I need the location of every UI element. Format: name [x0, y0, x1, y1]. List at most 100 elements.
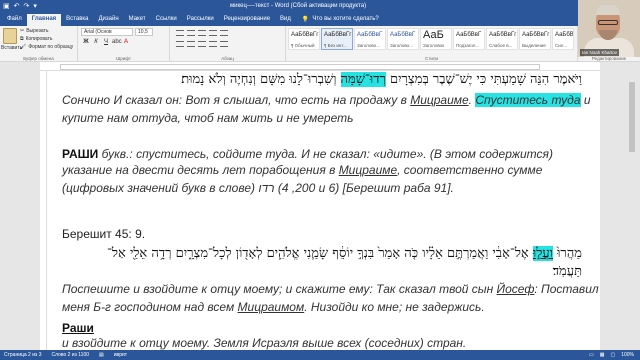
align-center-icon[interactable] [187, 41, 195, 47]
format-painter-label: Формат по образцу [28, 44, 74, 50]
style-strong[interactable]: АаБбВ Сил... [552, 28, 574, 50]
print-layout-icon[interactable]: ▦ [600, 352, 605, 358]
style-title[interactable]: АаБ Заголовок [420, 28, 452, 50]
style-preview: АаБбВвГг [291, 32, 319, 38]
font-name-box[interactable]: Arial (Основ [81, 28, 133, 36]
increase-indent-icon[interactable] [220, 30, 228, 36]
tab-mailings[interactable]: Рассылки [182, 14, 219, 26]
page-count[interactable]: Страница 2 из 3 [4, 352, 41, 358]
tab-view[interactable]: Вид [275, 14, 296, 26]
font-group: Arial (Основ 10,5 Ж К Ч abc A Шрифт [78, 26, 170, 62]
style-preview: АаБбВвГ [357, 32, 383, 38]
verse-reference[interactable]: Берешит 45: 9. [62, 227, 145, 241]
font-group-label: Шрифт [116, 56, 131, 61]
rashi-heading-2[interactable]: Раши [62, 321, 94, 335]
text-run: и [580, 93, 591, 107]
text-run: , соответственно сумме [397, 163, 543, 177]
style-name: Заголово... [390, 43, 413, 48]
translation-line-1[interactable]: Сончино И сказал он: Вот я слышал, что е… [62, 93, 591, 107]
document-page[interactable]: וַיֹּאמֶר הִנֵּה שָׁמַעְתִּי כִּי יֶשׁ־ש… [47, 71, 600, 350]
cut-label: Вырезать [26, 28, 49, 34]
copy-label: Копировать [25, 36, 53, 42]
webcam-name: Ian Noah Khartov [580, 49, 620, 56]
language-indicator[interactable]: иврит [114, 352, 127, 358]
style-name: ¶ Обычный [291, 43, 315, 48]
style-heading-2[interactable]: АаБбВвГ Заголово... [387, 28, 419, 50]
style-preview: АаБбВвГг [489, 32, 517, 38]
italic-icon[interactable]: К [92, 39, 100, 45]
text-run: ; и скажите ему: Так сказал твой сын [278, 282, 497, 296]
tab-design[interactable]: Дизайн [93, 14, 123, 26]
style-name: Заголовок [423, 43, 445, 48]
style-subtle-emphasis[interactable]: АаБбВвГг Слабое в... [486, 28, 518, 50]
page-content[interactable]: וַיֹּאמֶר הִנֵּה שָׁמַעְתִּי כִּי יֶשׁ־ש… [62, 71, 599, 350]
style-no-spacing[interactable]: АаБбВвГг ¶ Без инт... [321, 28, 353, 50]
translation-line-2[interactable]: купите нам оттуда, чтоб нам жить и не ум… [62, 111, 353, 125]
paragraph-group-label: Абзац [221, 56, 234, 61]
redo-icon[interactable]: ↷ [24, 2, 30, 11]
copy-button[interactable]: ⧉ Копировать [20, 35, 73, 43]
numbering-icon[interactable] [187, 30, 195, 36]
scrollbar-thumb[interactable] [629, 82, 635, 152]
rashi-line-2[interactable]: указание на двести десять лет порабощени… [62, 163, 542, 177]
web-layout-icon[interactable]: ▢ [610, 352, 615, 358]
tab-references[interactable]: Ссылки [151, 14, 182, 26]
text-run: Мицраиме [410, 93, 469, 107]
translation-line-4[interactable]: меня Б-г господином над всем Мицраимом. … [62, 300, 485, 314]
text-run: указание на двести десять лет порабощени… [62, 163, 339, 177]
rashi-line-1[interactable]: РАШИ букв.: спуститесь, сойдите туда. И … [62, 145, 553, 163]
tab-file[interactable]: Файл [2, 14, 27, 26]
tab-layout[interactable]: Макет [124, 14, 151, 26]
format-row: Ж К Ч abc A [82, 39, 130, 45]
cut-button[interactable]: ✂ Вырезать [20, 27, 73, 35]
rashi-line-4[interactable]: и взойдите к отцу моему. Земля Исраэля в… [62, 336, 466, 350]
style-normal[interactable]: АаБбВвГг ¶ Обычный [288, 28, 320, 50]
font-size-box[interactable]: 10,5 [135, 28, 153, 36]
hebrew-verse-2[interactable]: מַהֲרוּ֙ וַעֲל֣וּ אֶל־אָבִ֔י וַאֲמַרְתֶּ… [62, 245, 582, 261]
read-mode-icon[interactable]: ▭ [589, 352, 594, 358]
ribbon-tabs: Файл Главная Вставка Дизайн Макет Ссылки… [0, 13, 640, 26]
text-color-icon[interactable]: A [122, 39, 130, 45]
horizontal-ruler[interactable] [40, 63, 600, 71]
rashi-line-3[interactable]: (цифровых значений букв в слове) רדו (20… [62, 181, 454, 195]
align-left-icon[interactable] [176, 41, 184, 47]
save-icon[interactable]: ▣ [3, 2, 10, 11]
strikethrough-icon[interactable]: abc [112, 39, 122, 45]
underline-icon[interactable]: Ч [102, 39, 110, 45]
tab-review[interactable]: Рецензирование [219, 14, 275, 26]
bullets-icon[interactable] [176, 30, 184, 36]
word-count[interactable]: Слово 2 из 1100 [51, 352, 89, 358]
webcam-overlay: Ian Noah Khartov [578, 0, 640, 57]
paste-icon[interactable] [3, 28, 17, 44]
vertical-ruler[interactable] [40, 71, 47, 350]
hebrew-verse-2-cont[interactable]: תַּעֲמֹֽד׃ [62, 263, 582, 279]
tell-me-box[interactable]: 💡 Что вы хотите сделать? [296, 14, 384, 26]
style-preview: АаБбВвГг [324, 32, 352, 38]
style-heading-1[interactable]: АаБбВвГ Заголово... [354, 28, 386, 50]
text-run: меня Б-г господином над всем [62, 300, 238, 314]
style-emphasis[interactable]: АаБбВвГг Выделение [519, 28, 551, 50]
decrease-indent-icon[interactable] [209, 30, 217, 36]
proofing-icon[interactable]: ▤ [99, 352, 104, 358]
tell-me-label: Что вы хотите сделать? [312, 16, 379, 22]
hebrew-verse-1[interactable]: וַיֹּאמֶר הִנֵּה שָׁמַעְתִּי כִּי יֶשׁ־ש… [62, 71, 582, 87]
zoom-level[interactable]: 100% [621, 352, 634, 358]
tab-home[interactable]: Главная [26, 14, 62, 26]
style-preview: АаБбВвГ [456, 32, 482, 38]
window-title: микец----текст - Word (Сбой активации пр… [230, 3, 367, 9]
bold-icon[interactable]: Ж [82, 39, 90, 45]
hebrew-highlight: וַעֲל֣וּ [532, 246, 553, 261]
line-spacing-icon[interactable] [220, 41, 228, 47]
undo-icon[interactable]: ↶ [14, 2, 20, 11]
multilevel-icon[interactable] [198, 30, 206, 36]
clipboard-group: Вставить ✂ Вырезать ⧉ Копировать 🖌 Формат п… [0, 26, 78, 62]
right-margin-area [600, 62, 640, 350]
translation-line-3[interactable]: Поспешите и взойдите к отцу моему; и ска… [62, 282, 599, 296]
align-right-icon[interactable] [198, 41, 206, 47]
tab-insert[interactable]: Вставка [61, 14, 93, 26]
justify-icon[interactable] [209, 41, 217, 47]
customize-icon[interactable]: ▾ [33, 2, 37, 11]
format-painter-button[interactable]: 🖌 Формат по образцу [20, 43, 73, 51]
style-subtitle[interactable]: АаБбВвГ Подзагол... [453, 28, 485, 50]
style-name: Подзагол... [456, 43, 480, 48]
